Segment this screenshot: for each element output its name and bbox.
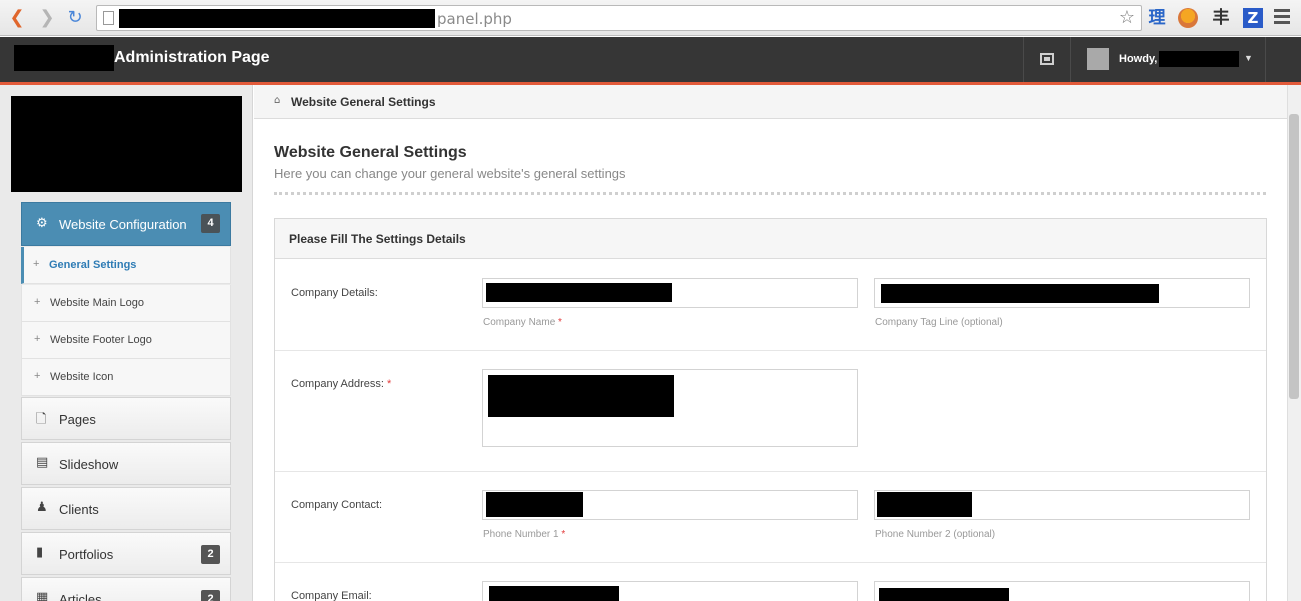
phone-number-2-input[interactable]: [874, 490, 1250, 520]
users-icon: ♟: [36, 500, 48, 515]
extension-li-icon[interactable]: 理: [1146, 7, 1168, 29]
extension-bar-icon[interactable]: 丰: [1210, 7, 1232, 29]
url-redacted: [119, 9, 435, 28]
sidebar-subitem-label: Website Footer Logo: [50, 334, 152, 346]
company-address-label: Company Address: *: [291, 378, 392, 390]
sidebar-subitem-website-footer-logo[interactable]: + Website Footer Logo: [21, 322, 231, 359]
plus-icon: +: [34, 370, 41, 382]
sidebar-item-label: Clients: [59, 502, 99, 517]
howdy-label: Howdy,: [1119, 53, 1158, 65]
site-logo-redacted: [11, 96, 242, 192]
redacted-value: [881, 284, 1159, 303]
extension-owl-icon[interactable]: [1178, 8, 1198, 28]
company-contact-label: Company Contact:: [291, 499, 383, 511]
page-icon: [103, 11, 114, 25]
breadcrumb: ⌂ Website General Settings: [254, 85, 1287, 119]
count-badge: 4: [201, 214, 220, 233]
fullscreen-button[interactable]: [1023, 37, 1071, 82]
row-divider: [275, 562, 1266, 563]
company-name-input[interactable]: [482, 278, 858, 308]
sidebar-item-label: Portfolios: [59, 547, 114, 562]
sidebar-item-portfolios[interactable]: ▮ Portfolios 2: [21, 532, 231, 575]
plus-icon: +: [33, 258, 40, 270]
redacted-value: [486, 492, 583, 517]
username-redacted: [1159, 51, 1239, 67]
company-email-input[interactable]: [482, 581, 858, 601]
plus-icon: +: [34, 296, 41, 308]
company-tagline-help: Company Tag Line (optional): [875, 317, 1003, 328]
count-badge: 2: [201, 545, 220, 564]
row-divider: [275, 350, 1266, 351]
company-email-label: Company Email:: [291, 590, 372, 601]
sidebar-item-website-configuration[interactable]: ⚙ Website Configuration 4: [21, 202, 231, 246]
back-icon[interactable]: ❮: [6, 7, 28, 29]
chevron-down-icon[interactable]: ▼: [1244, 53, 1253, 63]
plus-icon: +: [34, 333, 41, 345]
phone-number-2-help: Phone Number 2 (optional): [875, 529, 996, 540]
company-tagline-input[interactable]: [874, 278, 1250, 308]
url-text: panel.php: [437, 10, 512, 28]
redacted-value: [488, 375, 674, 417]
star-icon[interactable]: ☆: [1119, 7, 1135, 28]
admin-title: Administration Page: [114, 49, 270, 66]
menu-icon[interactable]: [1274, 9, 1290, 25]
article-icon: ▦: [36, 590, 49, 601]
redacted-value: [486, 283, 672, 302]
sidebar-item-label: Slideshow: [59, 457, 119, 472]
avatar: [1087, 48, 1109, 70]
address-bar[interactable]: panel.php ☆: [96, 5, 1142, 31]
count-badge: 2: [201, 590, 220, 601]
sidebar-subitem-website-icon[interactable]: + Website Icon: [21, 359, 231, 396]
gear-icon: ⚙: [36, 216, 48, 231]
phone-number-1-input[interactable]: [482, 490, 858, 520]
reload-icon[interactable]: ↻: [64, 7, 86, 29]
phone-number-1-help: Phone Number 1 *: [483, 529, 566, 540]
sidebar-item-label: Pages: [59, 412, 96, 427]
sidebar-subitem-website-main-logo[interactable]: + Website Main Logo: [21, 285, 231, 322]
title-divider: [274, 192, 1266, 195]
page-icon: 🗋: [36, 412, 47, 427]
scrollbar-thumb[interactable]: [1289, 114, 1299, 399]
redacted-value: [877, 492, 972, 517]
company-address-textarea[interactable]: [482, 369, 858, 447]
extension-z-icon[interactable]: Z: [1243, 8, 1263, 28]
brand-redacted: [14, 45, 114, 71]
sidebar-item-label: Website Configuration: [59, 217, 187, 232]
sidebar-item-pages[interactable]: 🗋 Pages: [21, 397, 231, 440]
home-icon[interactable]: ⌂: [274, 95, 280, 106]
book-icon: ▮: [36, 545, 44, 560]
sidebar-item-articles[interactable]: ▦ Articles 2: [21, 577, 231, 601]
sidebar-subitem-label: Website Main Logo: [50, 297, 144, 309]
browser-toolbar: ❮ ❯ ↻ panel.php ☆ 理 丰 Z: [0, 0, 1301, 36]
forward-icon[interactable]: ❯: [36, 7, 58, 29]
sidebar-item-clients[interactable]: ♟ Clients: [21, 487, 231, 530]
company-email-2-input[interactable]: [874, 581, 1250, 601]
sidebar-subitem-label: General Settings: [49, 259, 137, 271]
film-icon: ▤: [36, 455, 49, 470]
breadcrumb-current: Website General Settings: [291, 95, 436, 109]
redacted-value: [489, 586, 619, 601]
sidebar-item-label: Articles: [59, 592, 102, 601]
page-title: Website General Settings: [274, 144, 467, 161]
company-details-label: Company Details:: [291, 287, 378, 299]
company-name-help: Company Name *: [483, 317, 562, 328]
sidebar-item-slideshow[interactable]: ▤ Slideshow: [21, 442, 231, 485]
sidebar-subitem-general-settings[interactable]: + General Settings: [21, 247, 231, 284]
sidebar-subitem-label: Website Icon: [50, 371, 114, 383]
user-menu[interactable]: Howdy, ▼: [1072, 37, 1266, 82]
row-divider: [275, 471, 1266, 472]
panel-title: Please Fill The Settings Details: [289, 232, 466, 246]
fullscreen-icon: [1040, 53, 1054, 65]
panel-header: Please Fill The Settings Details: [275, 219, 1266, 259]
page-subtitle: Here you can change your general website…: [274, 166, 626, 181]
redacted-value: [879, 588, 1009, 601]
